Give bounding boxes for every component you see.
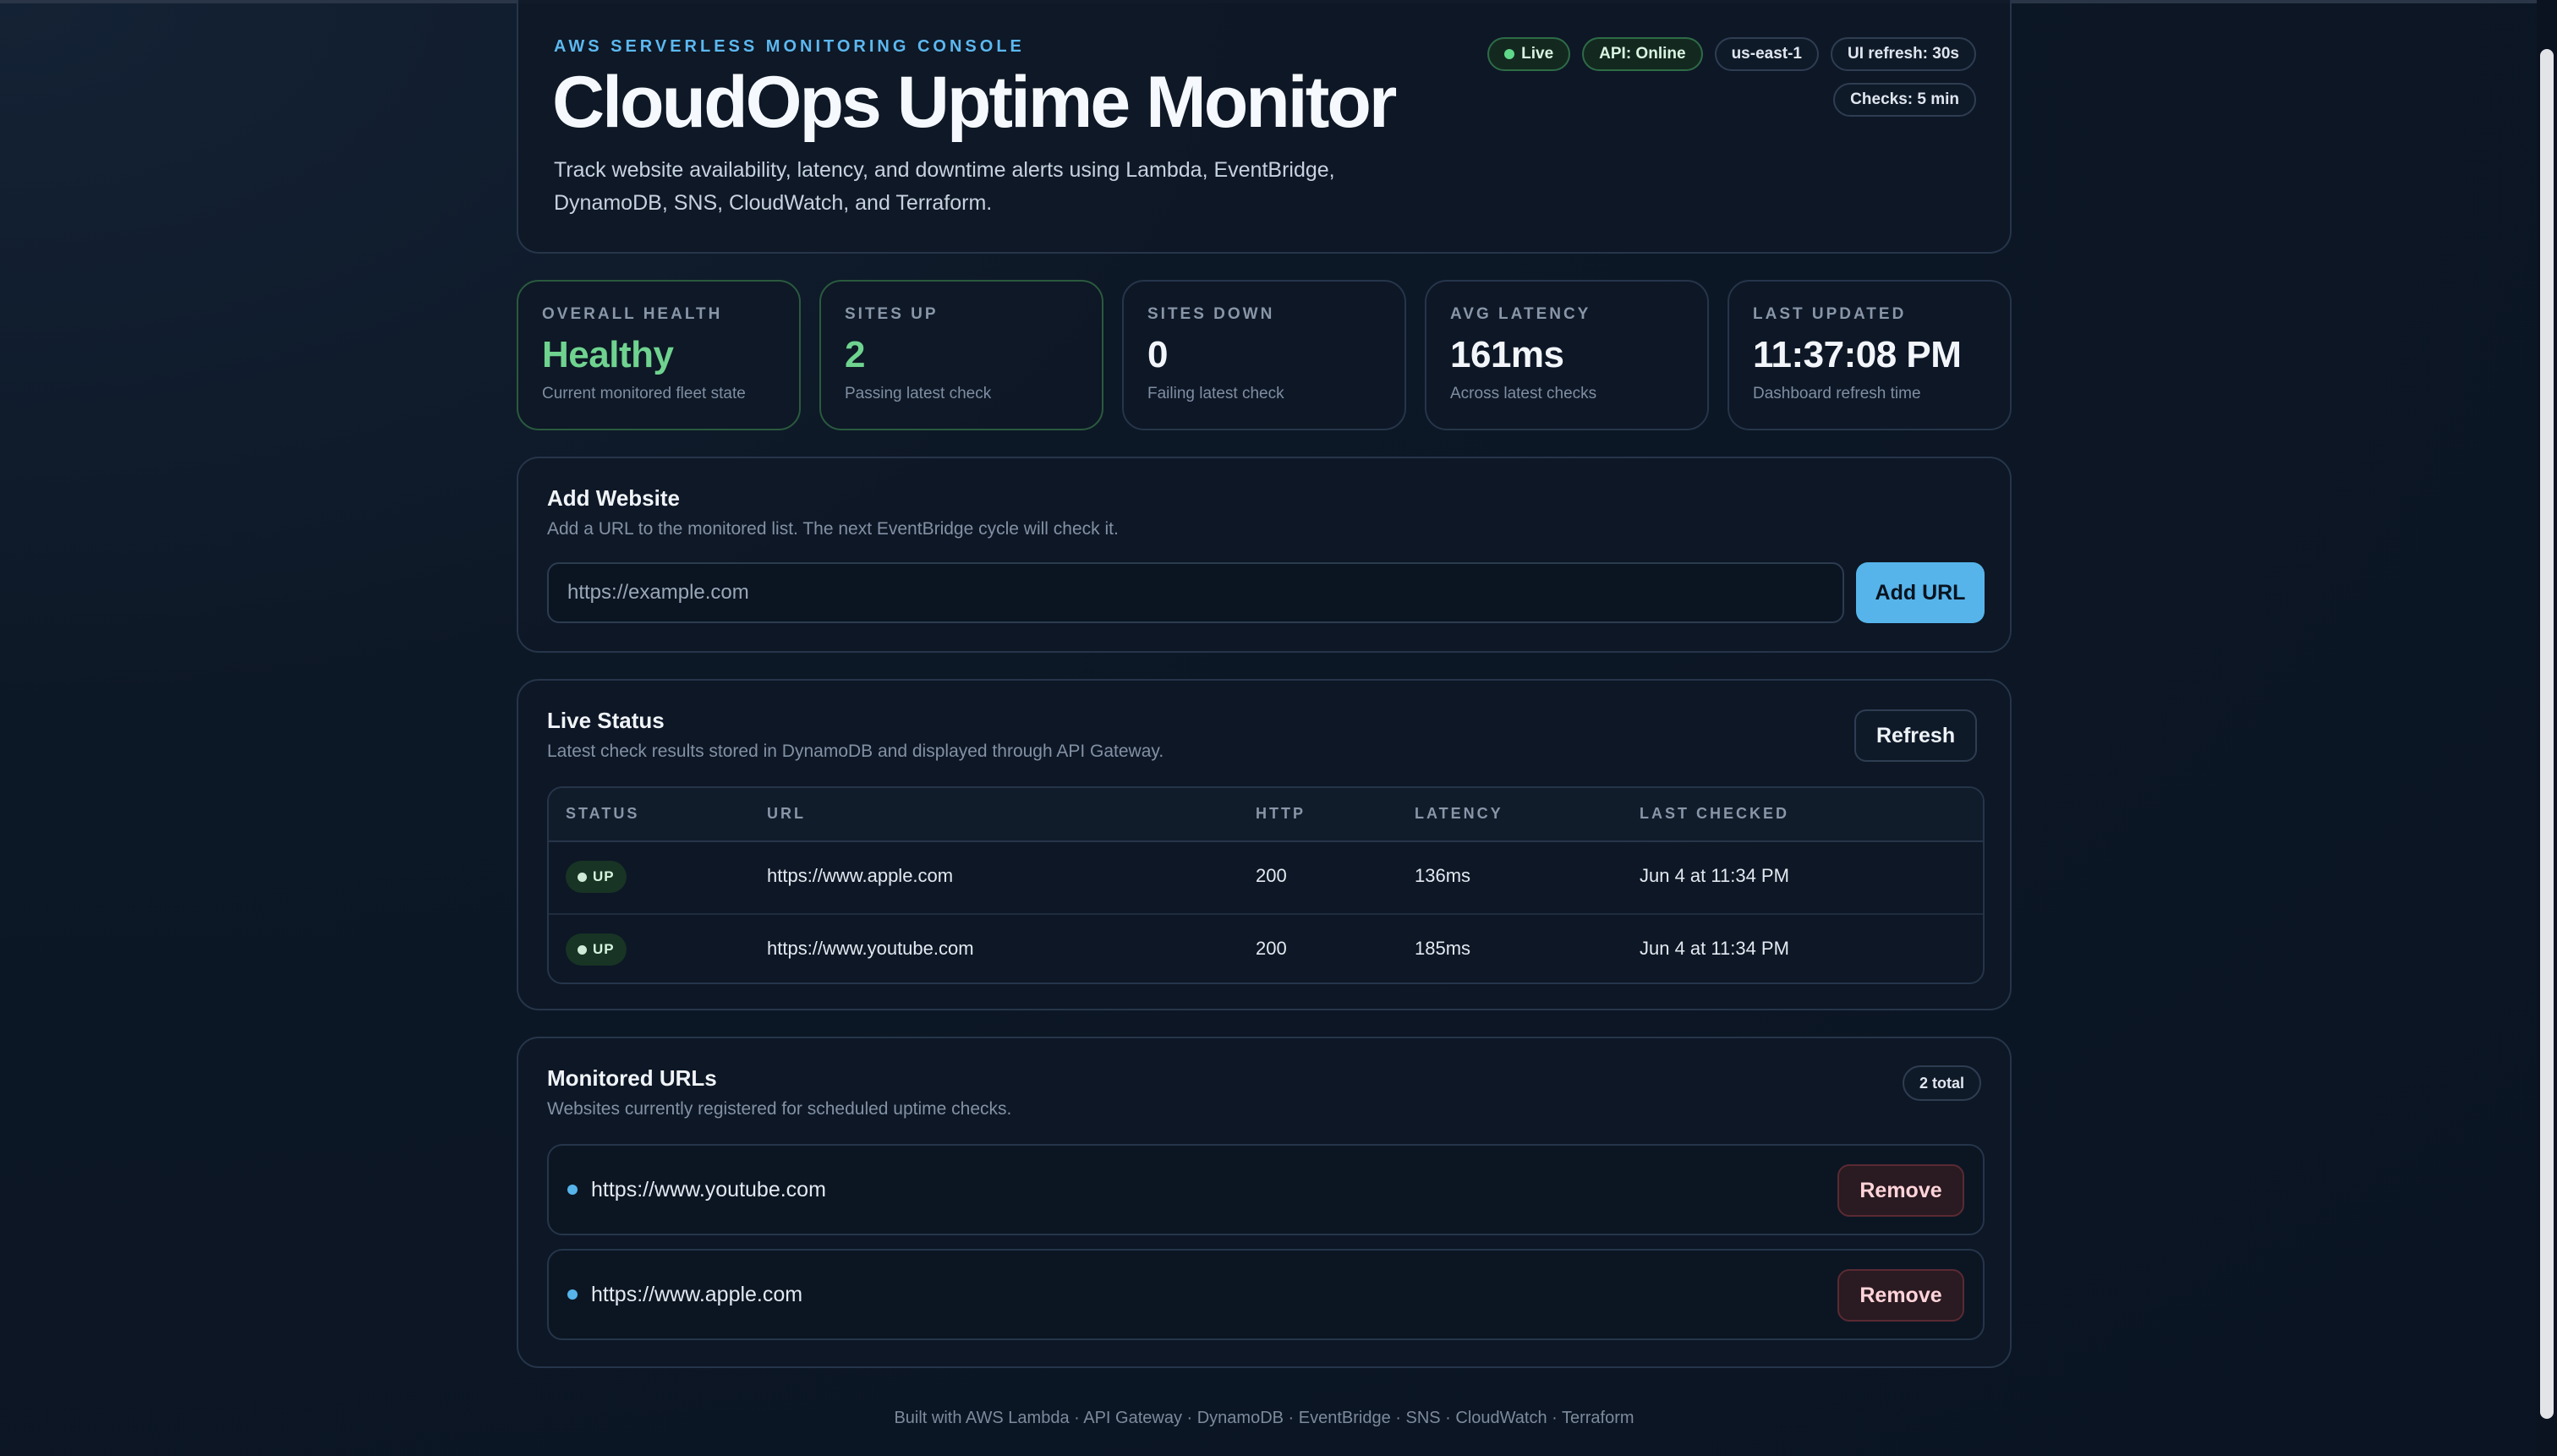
page-title: CloudOps Uptime Monitor xyxy=(552,62,1397,143)
stat-avg-latency: Avg Latency 161ms Across latest checks xyxy=(1425,280,1709,430)
stats-row: Overall Health Healthy Current monitored… xyxy=(517,280,2012,430)
monitored-title: Monitored URLs xyxy=(547,1065,717,1091)
ui-refresh-label: UI refresh: 30s xyxy=(1847,45,1959,63)
ui-refresh-badge: UI refresh: 30s xyxy=(1830,37,1976,71)
live-status-card: Live Status Latest check results stored … xyxy=(517,679,2012,1010)
list-item: https://www.apple.com Remove xyxy=(547,1249,1985,1340)
monitored-subtitle: Websites currently registered for schedu… xyxy=(547,1099,1012,1119)
stat-value: 0 xyxy=(1147,334,1168,375)
column-header-status[interactable]: Status xyxy=(566,805,639,823)
remove-button[interactable]: Remove xyxy=(1837,1269,1964,1322)
stat-label: Avg Latency xyxy=(1450,305,1591,323)
stat-sub: Dashboard refresh time xyxy=(1753,385,1921,402)
row-url: https://www.youtube.com xyxy=(767,938,974,959)
live-badge: Live xyxy=(1487,37,1571,71)
live-status-title: Live Status xyxy=(547,708,665,733)
stat-value: 2 xyxy=(845,334,865,375)
stat-sub: Failing latest check xyxy=(1147,385,1284,402)
add-website-card: Add Website Add a URL to the monitored l… xyxy=(517,457,2012,653)
bullet-dot-icon xyxy=(567,1289,578,1300)
scrollbar[interactable] xyxy=(2537,0,2557,1456)
status-dot-icon xyxy=(578,872,587,882)
bullet-dot-icon xyxy=(567,1185,578,1195)
status-dot-icon xyxy=(578,944,587,955)
stat-value: 161ms xyxy=(1450,334,1564,375)
stat-last-updated: Last Updated 11:37:08 PM Dashboard refre… xyxy=(1727,280,2012,430)
footer-text: Built with AWS Lambda · API Gateway · Dy… xyxy=(894,1409,1634,1427)
region-badge: us-east-1 xyxy=(1714,37,1819,71)
stat-sites-up: Sites Up 2 Passing latest check xyxy=(819,280,1103,430)
scrollbar-thumb[interactable] xyxy=(2540,49,2554,1419)
status-table: Status URL HTTP Latency Last Checked UP … xyxy=(547,786,1985,984)
add-website-title: Add Website xyxy=(547,485,680,511)
add-url-button[interactable]: Add URL xyxy=(1856,562,1985,623)
status-pills: Live API: Online us-east-1 UI refresh: 3… xyxy=(1418,37,1976,117)
stat-value: 11:37:08 PM xyxy=(1753,334,1962,375)
column-header-last-checked[interactable]: Last Checked xyxy=(1640,805,1789,823)
row-http: 200 xyxy=(1256,938,1287,959)
check-interval-label: Checks: 5 min xyxy=(1850,90,1959,108)
remove-button[interactable]: Remove xyxy=(1837,1164,1964,1217)
check-interval-badge: Checks: 5 min xyxy=(1833,83,1976,117)
stat-label: Last Updated xyxy=(1753,305,1907,323)
stat-label: Overall Health xyxy=(542,305,723,323)
header-card: AWS Serverless Monitoring Console CloudO… xyxy=(517,0,2012,254)
column-header-http[interactable]: HTTP xyxy=(1256,805,1306,823)
add-website-subtitle: Add a URL to the monitored list. The nex… xyxy=(547,519,1119,539)
stat-sites-down: Sites Down 0 Failing latest check xyxy=(1122,280,1406,430)
row-http: 200 xyxy=(1256,865,1287,886)
status-badge: UP xyxy=(566,933,627,966)
api-status-label: API: Online xyxy=(1599,45,1686,63)
stat-overall-health: Overall Health Healthy Current monitored… xyxy=(517,280,801,430)
stat-value: Healthy xyxy=(542,334,674,375)
region-label: us-east-1 xyxy=(1731,45,1802,63)
total-count-badge: 2 total xyxy=(1902,1065,1981,1101)
live-dot-icon xyxy=(1504,49,1515,59)
url-input[interactable] xyxy=(547,562,1844,623)
status-label: UP xyxy=(593,868,615,884)
stat-sub: Across latest checks xyxy=(1450,385,1597,402)
status-badge: UP xyxy=(566,861,627,893)
monitored-urls-card: Monitored URLs Websites currently regist… xyxy=(517,1037,2012,1368)
column-header-url[interactable]: URL xyxy=(767,805,806,823)
list-item: https://www.youtube.com Remove xyxy=(547,1144,1985,1235)
status-label: UP xyxy=(593,941,615,957)
column-header-latency[interactable]: Latency xyxy=(1415,805,1503,823)
row-last-checked: Jun 4 at 11:34 PM xyxy=(1640,938,1789,959)
row-latency: 136ms xyxy=(1415,865,1471,886)
stat-sub: Current monitored fleet state xyxy=(542,385,746,402)
live-label: Live xyxy=(1521,45,1554,63)
row-url: https://www.apple.com xyxy=(767,865,954,886)
row-latency: 185ms xyxy=(1415,938,1471,959)
stat-label: Sites Down xyxy=(1147,305,1275,323)
stat-label: Sites Up xyxy=(845,305,939,323)
api-status-badge: API: Online xyxy=(1582,37,1703,71)
table-row[interactable]: UP https://www.youtube.com 200 185ms Jun… xyxy=(549,915,1983,983)
stat-sub: Passing latest check xyxy=(845,385,992,402)
table-header: Status URL HTTP Latency Last Checked xyxy=(549,788,1983,842)
monitored-url: https://www.apple.com xyxy=(591,1283,803,1306)
live-status-subtitle: Latest check results stored in DynamoDB … xyxy=(547,742,1164,761)
table-row[interactable]: UP https://www.apple.com 200 136ms Jun 4… xyxy=(549,842,1983,915)
monitored-url: https://www.youtube.com xyxy=(591,1178,826,1201)
console-eyebrow: AWS Serverless Monitoring Console xyxy=(554,37,1025,56)
row-last-checked: Jun 4 at 11:34 PM xyxy=(1640,865,1789,886)
refresh-button[interactable]: Refresh xyxy=(1854,709,1978,762)
page-description: Track website availability, latency, and… xyxy=(554,158,1335,215)
